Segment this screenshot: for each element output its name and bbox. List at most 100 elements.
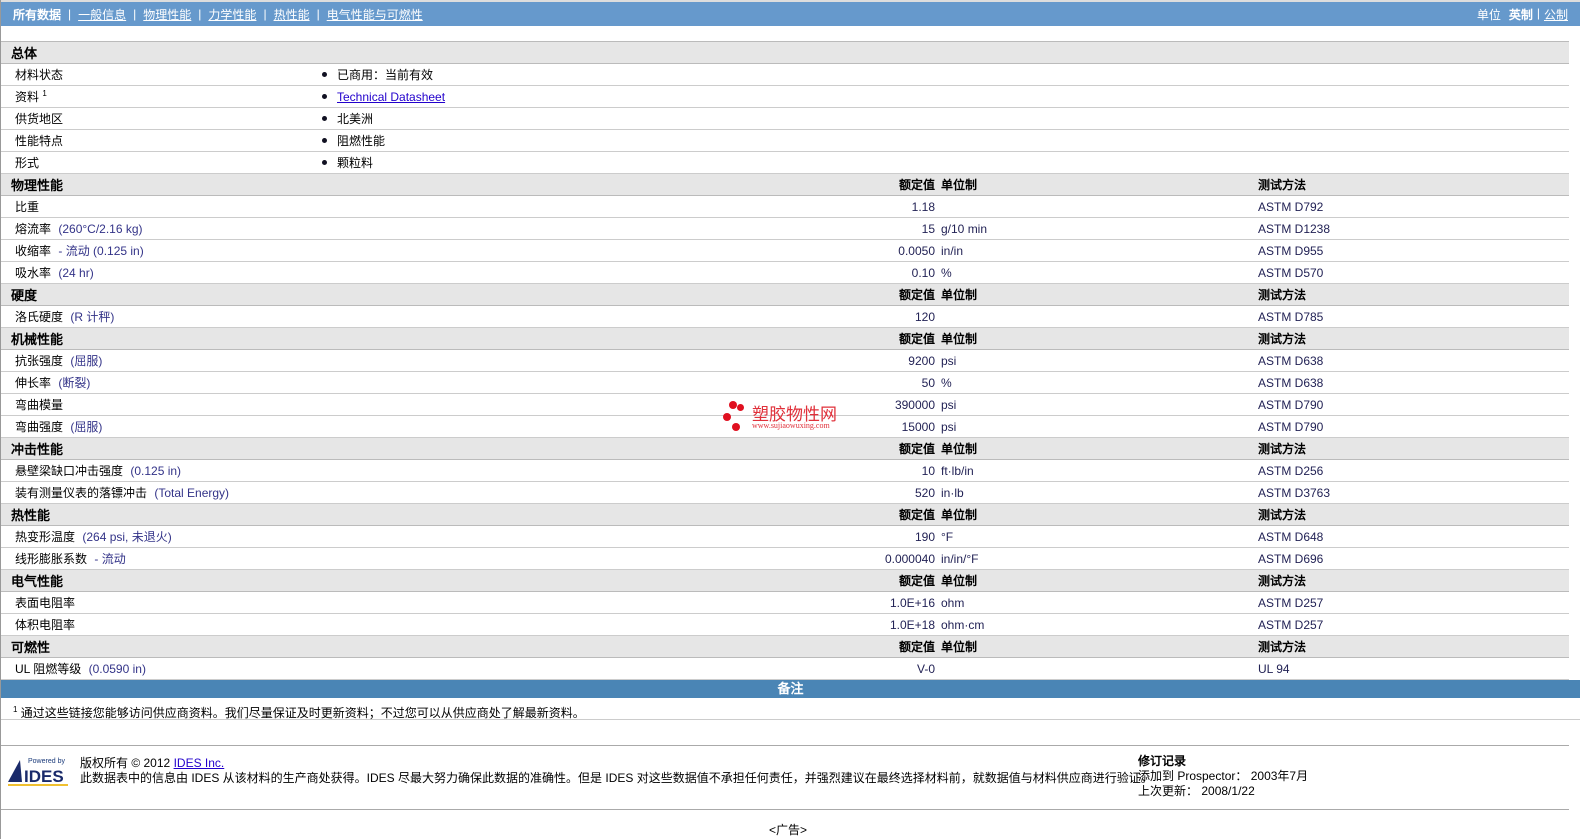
bullet-icon xyxy=(322,116,327,122)
property-row: 装有测量仪表的落镖冲击 (Total Energy) 520 in·lb ASTM D… xyxy=(1,481,1569,504)
property-unit: in·lb xyxy=(941,481,1258,504)
property-condition: (260°C/2.16 kg) xyxy=(58,222,143,236)
test-method: ASTM D570 xyxy=(1258,261,1569,284)
ides-logo: Powered by IDES xyxy=(8,758,68,786)
general-row-cell: 形式 颗粒料 xyxy=(1,151,1569,174)
general-row-cell: 性能特点 阻燃性能 xyxy=(1,129,1569,152)
property-row: 线形膨胀系数 - 流动 0.000040 in/in/°F ASTM D696 xyxy=(1,547,1569,570)
property-unit: ohm xyxy=(941,591,1258,614)
property-label-cell: 收缩率 - 流动 (0.125 in) xyxy=(1,239,861,262)
tab-all-data[interactable]: 所有数据 xyxy=(13,6,61,23)
property-name: UL 阻燃等级 xyxy=(15,662,82,676)
property-name: 热变形温度 xyxy=(15,530,76,544)
test-method: ASTM D696 xyxy=(1258,547,1569,570)
bullet-icon xyxy=(322,160,327,166)
bullet-icon xyxy=(322,138,327,144)
property-label-cell: UL 阻燃等级 (0.0590 in) xyxy=(1,657,861,680)
svg-text:IDES: IDES xyxy=(24,767,64,786)
tab-thermal[interactable]: 热性能 xyxy=(274,6,310,23)
col-header-method: 测试方法 xyxy=(1258,503,1569,526)
property-unit: in/in xyxy=(941,239,1258,262)
section-title: 热性能 xyxy=(1,503,861,526)
property-unit: ft·lb/in xyxy=(941,459,1258,482)
property-unit: psi xyxy=(941,349,1258,372)
label-text: 形式 xyxy=(15,156,40,170)
tab-electrical-flammability[interactable]: 电气性能与可燃性 xyxy=(327,6,423,23)
property-name: 吸水率 xyxy=(15,266,52,280)
row-value: 阻燃性能 xyxy=(337,134,386,148)
test-method: ASTM D790 xyxy=(1258,415,1569,438)
property-name: 弯曲强度 xyxy=(15,420,64,434)
property-condition: (R 计秤) xyxy=(70,310,115,324)
col-header-unit: 单位制 xyxy=(941,173,1258,196)
col-header-unit: 单位制 xyxy=(941,437,1258,460)
property-name: 弯曲模量 xyxy=(15,398,64,412)
section-title: 物理性能 xyxy=(1,173,861,196)
property-condition: (0.125 in) xyxy=(130,464,182,478)
tab-physical[interactable]: 物理性能 xyxy=(143,6,191,23)
property-value: 10 xyxy=(861,459,941,482)
property-name: 体积电阻率 xyxy=(15,618,76,632)
property-value: 190 xyxy=(861,525,941,548)
section-header: 热性能 额定值 单位制 测试方法 xyxy=(1,503,1569,526)
revision-title: 修订记录 xyxy=(1138,754,1187,768)
ides-link[interactable]: IDES Inc. xyxy=(174,756,225,770)
top-nav-bar: 所有数据 | 一般信息 | 物理性能 | 力学性能 | 热性能 | 电气性能与可燃性 单位… xyxy=(1,0,1580,26)
notes-header: 备注 xyxy=(1,680,1580,698)
property-value: 50 xyxy=(861,371,941,394)
col-header-value: 额定值 xyxy=(861,437,941,460)
col-header-unit: 单位制 xyxy=(941,569,1258,592)
test-method: ASTM D257 xyxy=(1258,591,1569,614)
general-row: 性能特点 阻燃性能 xyxy=(1,129,1569,152)
test-method: ASTM D1238 xyxy=(1258,217,1569,240)
unit-metric[interactable]: 公制 xyxy=(1544,6,1568,23)
property-label-cell: 线形膨胀系数 - 流动 xyxy=(1,547,861,570)
property-row: 抗张强度 (屈服) 9200 psi ASTM D638 xyxy=(1,349,1569,372)
property-value: V-0 xyxy=(861,657,941,680)
property-label-cell: 装有测量仪表的落镖冲击 (Total Energy) xyxy=(1,481,861,504)
property-row: 伸长率 (断裂) 50% ASTM D638 xyxy=(1,371,1569,394)
col-header-unit: 单位制 xyxy=(941,283,1258,306)
col-header-unit: 单位制 xyxy=(941,635,1258,658)
property-unit: psi xyxy=(941,393,1258,416)
property-unit xyxy=(941,657,1258,680)
section-header: 可燃性 额定值 单位制 测试方法 xyxy=(1,635,1569,658)
property-row: 收缩率 - 流动 (0.125 in) 0.0050 in/in ASTM D955 xyxy=(1,239,1569,262)
watermark-logo: 塑胶物性网 www.sujiaowuxing.com xyxy=(721,400,861,434)
property-value: 390000 xyxy=(861,393,941,416)
section-header: 机械性能 额定值 单位制 测试方法 xyxy=(1,327,1569,350)
svg-text:Powered by: Powered by xyxy=(28,758,65,765)
tab-mechanical[interactable]: 力学性能 xyxy=(208,6,256,23)
copyright: 版权所有 © 2012 xyxy=(80,756,171,770)
property-row: 悬壁梁缺口冲击强度 (0.125 in) 10 ft·lb/in ASTM D256 xyxy=(1,459,1569,482)
note-item: 1 通过这些链接您能够访问供应商资料。我们尽量保证及时更新资料；不过您可以从供应… xyxy=(1,698,1580,720)
updated-value: 2008/1/22 xyxy=(1201,784,1255,798)
general-row-cell: 供货地区 北美洲 xyxy=(1,107,1569,130)
property-label-cell: 熔流率 (260°C/2.16 kg) xyxy=(1,217,861,240)
label-text: 供货地区 xyxy=(15,112,64,126)
property-unit xyxy=(941,195,1258,218)
label-text: 性能特点 xyxy=(15,134,64,148)
test-method: UL 94 xyxy=(1258,657,1569,680)
property-name: 悬壁梁缺口冲击强度 xyxy=(15,464,124,478)
property-name: 收缩率 xyxy=(15,244,52,258)
tab-general-info[interactable]: 一般信息 xyxy=(78,6,126,23)
unit-imperial[interactable]: 英制 xyxy=(1509,6,1533,23)
added-value: 2003年7月 xyxy=(1250,769,1309,783)
note-text: 通过这些链接您能够访问供应商资料。我们尽量保证及时更新资料；不过您可以从供应商处… xyxy=(20,706,585,720)
datasheet-link[interactable]: Technical Datasheet xyxy=(337,90,445,104)
disclaimer: 此数据表中的信息由 IDES 从该材料的生产商处获得。IDES 尽最大努力确保此… xyxy=(80,771,1153,785)
property-row: 表面电阻率 1.0E+16 ohm ASTM D257 xyxy=(1,591,1569,614)
label-text: 资料 xyxy=(15,90,40,104)
test-method: ASTM D638 xyxy=(1258,349,1569,372)
property-condition: (屈服) xyxy=(70,420,103,434)
property-label-cell: 悬壁梁缺口冲击强度 (0.125 in) xyxy=(1,459,861,482)
property-unit: % xyxy=(941,261,1258,284)
property-value: 0.0050 xyxy=(861,239,941,262)
general-row-cell: 材料状态 已商用：当前有效 xyxy=(1,63,1569,86)
property-unit: psi xyxy=(941,415,1258,438)
property-value: 520 xyxy=(861,481,941,504)
property-name: 表面电阻率 xyxy=(15,596,76,610)
property-condition: (24 hr) xyxy=(58,266,94,280)
property-label-cell: 比重 xyxy=(1,195,861,218)
